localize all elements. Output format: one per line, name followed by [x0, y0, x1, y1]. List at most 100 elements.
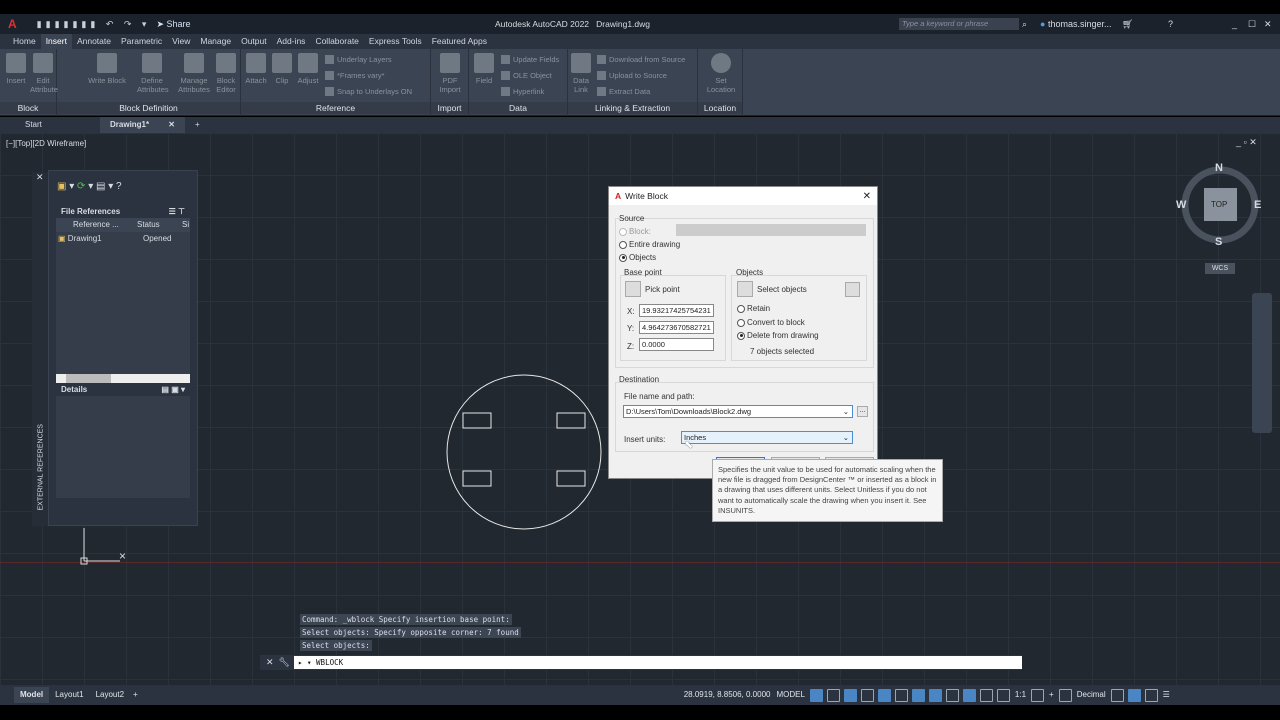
palette-side-strip[interactable]: ✕ EXTERNAL REFERENCES: [32, 172, 48, 526]
tab-drawing1[interactable]: Drawing1* ✕: [100, 117, 185, 133]
clip-button[interactable]: Clip: [270, 53, 294, 85]
clean-screen-icon[interactable]: [1144, 688, 1158, 702]
compass-north[interactable]: N: [1215, 162, 1223, 174]
frames-dropdown[interactable]: *Frames vary*: [325, 71, 385, 80]
maximize-button[interactable]: ☐: [1248, 19, 1256, 30]
refresh-icon[interactable]: ⟳: [77, 181, 85, 192]
quick-properties-icon[interactable]: [1110, 688, 1124, 702]
share-button[interactable]: ➤ Share: [156, 19, 190, 30]
file-path-field[interactable]: D:\Users\Tom\Downloads\Block2.dwg ⌄: [623, 405, 853, 418]
tab-output[interactable]: Output: [236, 34, 272, 49]
navigation-bar[interactable]: [1252, 293, 1272, 433]
polar-tracking-icon[interactable]: [877, 688, 891, 702]
viewport-window-controls[interactable]: _ ▫ ✕: [1236, 137, 1257, 148]
browse-button[interactable]: ...: [857, 406, 868, 417]
annotation-monitor-icon[interactable]: +: [1046, 687, 1057, 703]
viewcube-top-face[interactable]: TOP: [1211, 200, 1227, 209]
compass-south[interactable]: S: [1215, 236, 1222, 248]
panel-label[interactable]: Block Definition: [57, 102, 240, 114]
delete-from-drawing-radio[interactable]: Delete from drawing: [737, 331, 819, 340]
select-objects-label[interactable]: Select objects: [757, 285, 807, 294]
attach-dwg-icon[interactable]: ▣: [57, 181, 66, 192]
edit-attribute-button[interactable]: Edit Attribute: [30, 53, 58, 94]
tab-collaborate[interactable]: Collaborate: [310, 34, 363, 49]
help-icon[interactable]: ?: [116, 181, 122, 192]
autocad-logo-icon[interactable]: A: [8, 17, 17, 31]
details-view-icon[interactable]: ▤ ▣ ▾: [161, 385, 185, 394]
pdf-import-button[interactable]: PDF Import: [435, 53, 465, 94]
update-fields-button[interactable]: Update Fields: [501, 55, 559, 64]
snap-icon[interactable]: [826, 688, 840, 702]
tab-start[interactable]: Start: [0, 117, 100, 133]
table-row[interactable]: ▣ Drawing1 Opened: [56, 232, 190, 246]
manage-attributes-button[interactable]: Manage Attributes: [175, 53, 213, 94]
isodraft-icon[interactable]: [894, 688, 908, 702]
tab-layout1[interactable]: Layout1: [49, 687, 89, 703]
lineweight-icon[interactable]: [945, 688, 959, 702]
search-input[interactable]: Type a keyword or phrase: [899, 18, 1019, 30]
tab-layout2[interactable]: Layout2: [90, 687, 130, 703]
command-customize-icon[interactable]: 🔧︎: [279, 657, 290, 668]
wcs-menu[interactable]: WCS: [1205, 263, 1235, 274]
retain-radio[interactable]: Retain: [737, 304, 770, 313]
download-source-button[interactable]: Download from Source: [597, 55, 685, 64]
quick-select-button[interactable]: [845, 282, 860, 297]
compass-west[interactable]: W: [1176, 199, 1186, 211]
ortho-icon[interactable]: [860, 688, 874, 702]
list-view-icon[interactable]: ☰ ⊤: [169, 207, 185, 216]
command-close-icon[interactable]: ✕: [266, 657, 274, 668]
y-field[interactable]: 4.964273670582721: [639, 321, 714, 334]
entire-drawing-radio[interactable]: Entire drawing: [619, 240, 680, 249]
set-location-button[interactable]: Set Location: [701, 53, 741, 94]
tab-featured-apps[interactable]: Featured Apps: [427, 34, 492, 49]
panel-label[interactable]: Reference: [241, 102, 430, 114]
tab-model[interactable]: Model: [14, 687, 50, 703]
pick-point-label[interactable]: Pick point: [645, 285, 680, 294]
customization-menu-icon[interactable]: ☰: [1160, 687, 1173, 703]
coordinates-readout[interactable]: 28.0919, 8.8506, 0.0000: [681, 687, 774, 703]
select-objects-button[interactable]: [737, 281, 753, 297]
insert-units-dropdown[interactable]: Inches ⌄: [681, 431, 853, 444]
convert-to-block-radio[interactable]: Convert to block: [737, 318, 805, 327]
underlay-layers-button[interactable]: Underlay Layers: [325, 55, 392, 64]
write-block-button[interactable]: Write Block: [87, 53, 127, 85]
tab-view[interactable]: View: [167, 34, 195, 49]
hyperlink-button[interactable]: Hyperlink: [501, 87, 544, 96]
quick-access-toolbar[interactable]: ▮▮▮▮▮▮▮ ↶ ↷ ▾: [37, 19, 151, 30]
auto-scale-icon[interactable]: [979, 688, 993, 702]
object-snap-tracking-icon[interactable]: [911, 688, 925, 702]
annotation-scale-dropdown[interactable]: 1:1: [1012, 687, 1029, 703]
grid-icon[interactable]: [809, 688, 823, 702]
block-editor-button[interactable]: Block Editor: [213, 53, 239, 94]
change-path-icon[interactable]: ▤: [96, 181, 105, 192]
command-input[interactable]: ▸ ▾ WBLOCK: [293, 656, 1022, 669]
units-dropdown[interactable]: Decimal: [1074, 687, 1109, 703]
data-link-button[interactable]: Data Link: [569, 53, 593, 94]
add-layout-button[interactable]: +: [130, 687, 141, 703]
x-field[interactable]: 19.93217425754231: [639, 304, 714, 317]
define-attributes-button[interactable]: Define Attributes: [137, 53, 169, 94]
units-icon[interactable]: [1058, 688, 1072, 702]
tab-express-tools[interactable]: Express Tools: [364, 34, 427, 49]
xref-toolbar[interactable]: ▣ ▾ ⟳ ▾ ▤ ▾ ?: [57, 181, 122, 192]
new-tab-button[interactable]: +: [185, 117, 210, 133]
user-menu[interactable]: ● thomas.singer...: [1040, 19, 1112, 29]
cart-icon[interactable]: 🛒︎: [1122, 19, 1133, 30]
search-icon[interactable]: ⌕: [1022, 19, 1027, 30]
tab-parametric[interactable]: Parametric: [116, 34, 167, 49]
model-space-toggle[interactable]: MODEL: [773, 687, 807, 703]
column-status[interactable]: Status: [134, 218, 182, 232]
tab-manage[interactable]: Manage: [195, 34, 236, 49]
annotation-scale-icon[interactable]: [996, 688, 1010, 702]
annotation-visibility-icon[interactable]: [962, 688, 976, 702]
upload-source-button[interactable]: Upload to Source: [597, 71, 667, 80]
compass-east[interactable]: E: [1254, 199, 1261, 211]
dynamic-input-icon[interactable]: [843, 688, 857, 702]
tab-insert[interactable]: Insert: [40, 34, 72, 49]
ole-object-button[interactable]: OLE Object: [501, 71, 552, 80]
extract-data-button[interactable]: Extract Data: [597, 87, 650, 96]
pick-point-button[interactable]: [625, 281, 641, 297]
field-button[interactable]: Field: [471, 53, 497, 85]
adjust-button[interactable]: Adjust: [295, 53, 321, 85]
panel-label[interactable]: Block: [0, 102, 56, 114]
